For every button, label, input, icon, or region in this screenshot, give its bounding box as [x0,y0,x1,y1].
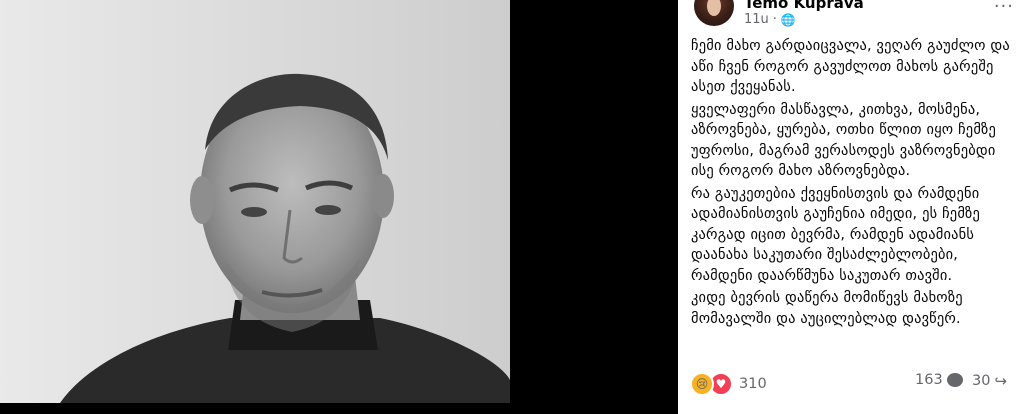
post-paragraph: რა გაუკეთებია ქვეყნისთვის და რამდენი ადა… [691,185,980,284]
comment-icon [946,373,963,387]
globe-icon: 🌐 [780,12,796,27]
comments-summary[interactable]: 163 [915,372,963,388]
post-text: ჩემი მახო გარდაიცვალა, ვეღარ გაუძლო და ა… [691,36,1019,331]
author-name[interactable]: Temo Kuprava [744,0,864,12]
reactions-summary[interactable]: 😢 ♥ 310 [690,372,767,396]
reaction-count: 310 [739,376,767,392]
sad-reaction-icon: 😢 [690,372,714,396]
post-paragraph: კიდე ბევრის დაწერა მომიწევს მახოზე მომავ… [691,290,963,327]
post-paragraph: ყველაფერი მასწავლა, კითხვა, მოსმენა, აზრ… [691,101,996,180]
portrait-image [0,0,510,403]
post-panel: Temo Kuprava 11u · 🌐 ··· ჩემი მახო გარდა… [678,0,1024,414]
shares-summary[interactable]: 30 ↪ [972,372,1007,390]
share-icon: ↪ [994,372,1008,390]
post-photo[interactable] [0,0,510,403]
post-paragraph: ჩემი მახო გარდაიცვალა, ვეღარ გაუძლო და ა… [691,38,1010,95]
more-options-icon[interactable]: ··· [994,0,1014,17]
post-footer: 😢 ♥ 310 163 30 ↪ [690,372,1024,396]
share-count: 30 [972,373,991,389]
post-meta: 11u · 🌐 [744,12,796,27]
post-time[interactable]: 11u [744,12,769,27]
author-avatar[interactable] [694,0,734,26]
comment-count: 163 [915,372,943,388]
